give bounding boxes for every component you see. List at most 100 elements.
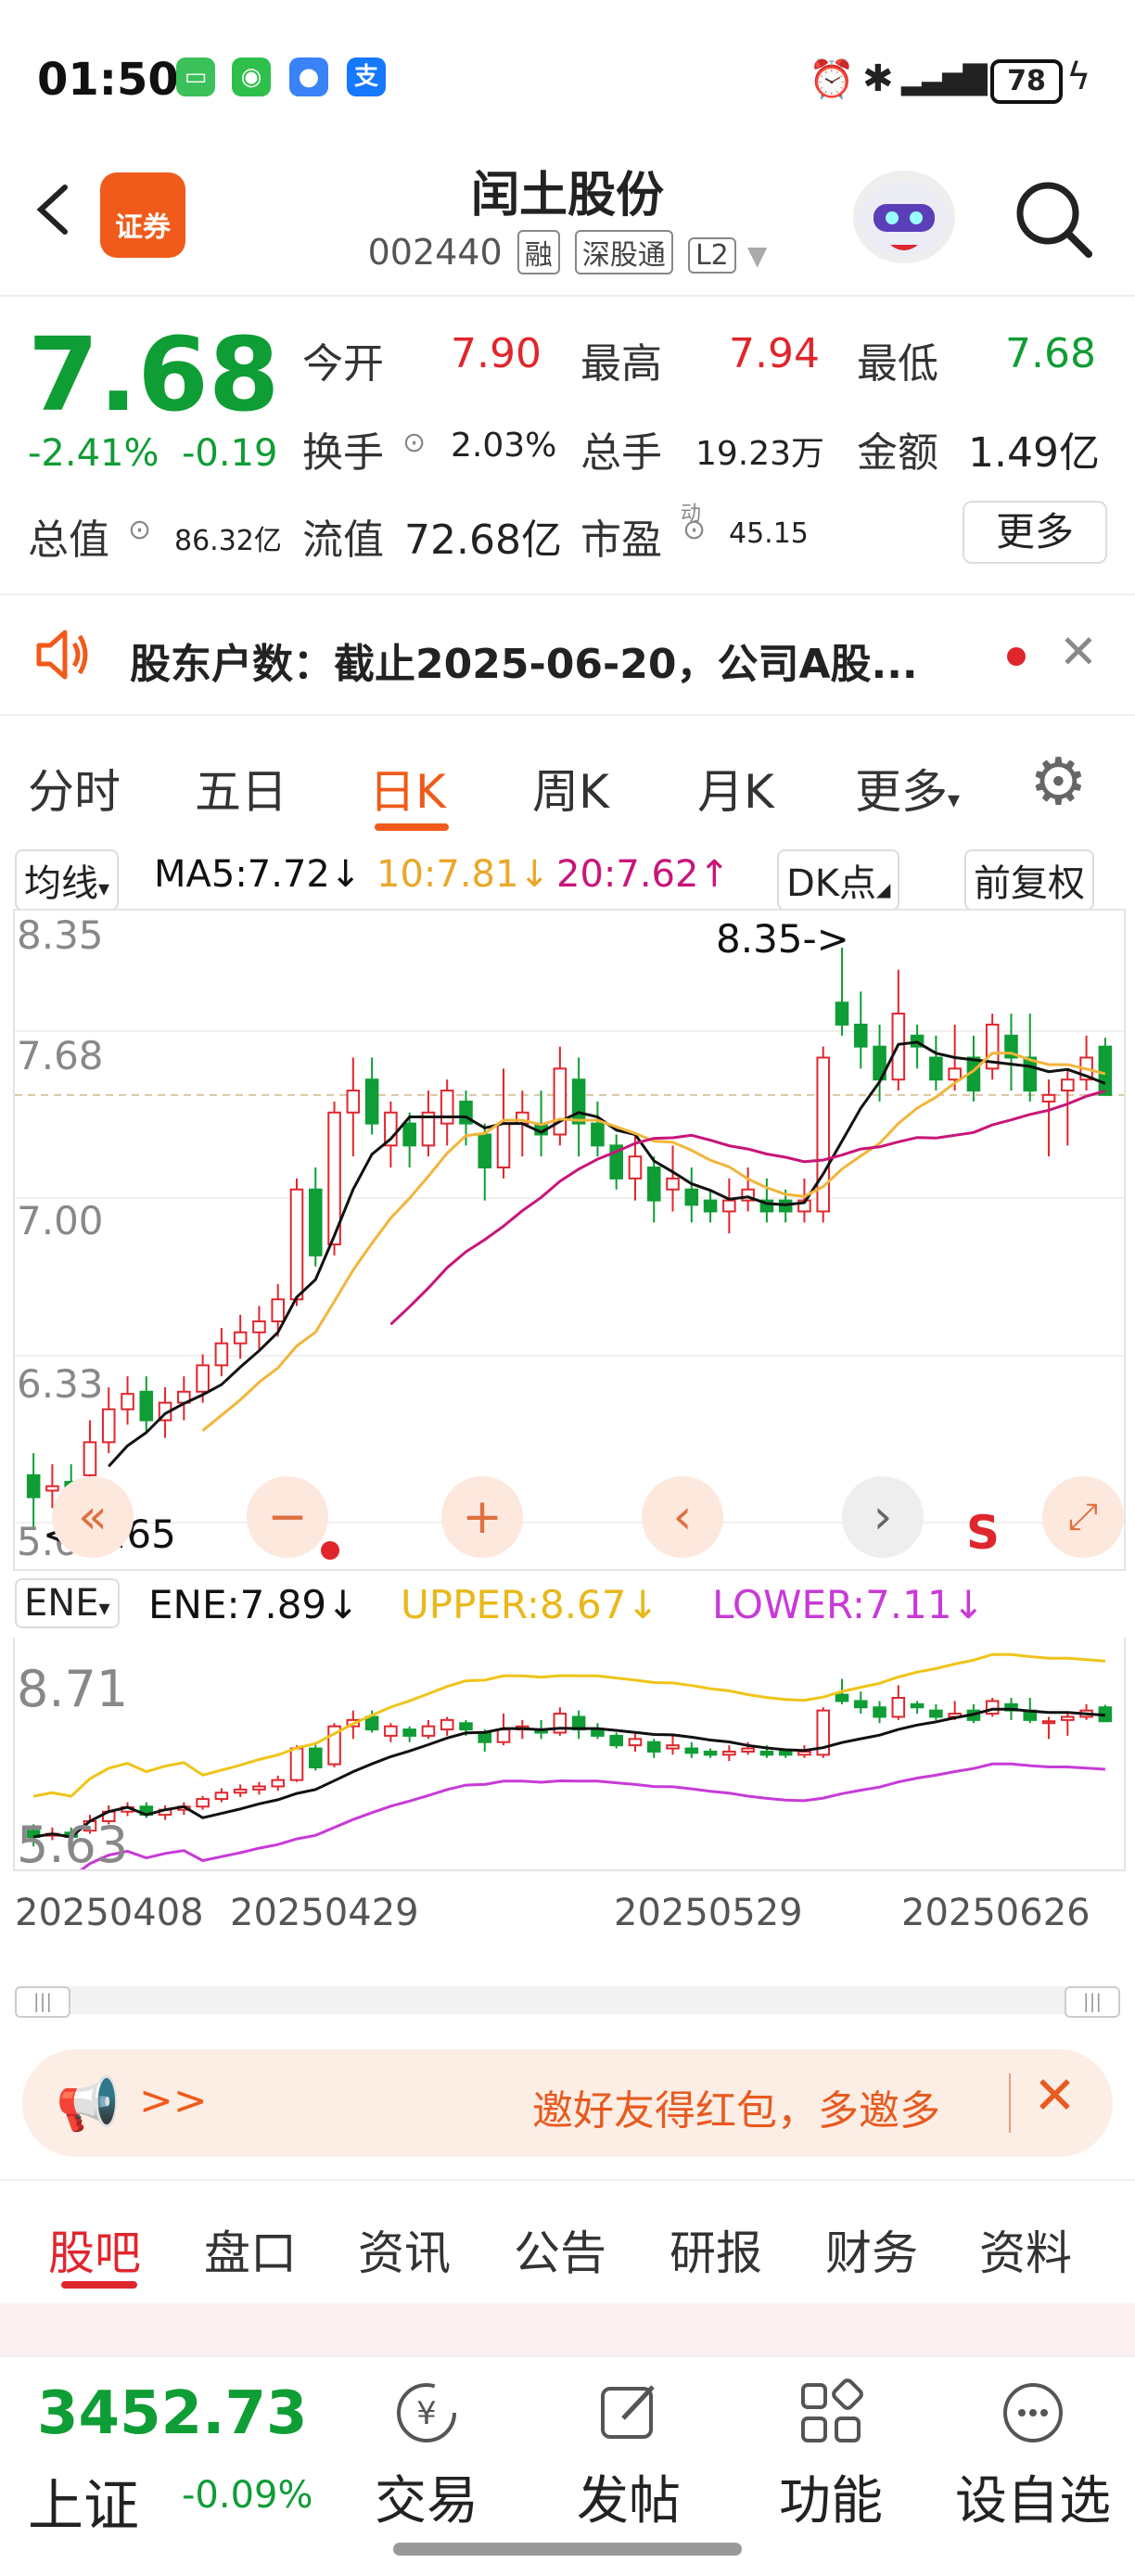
- tab-daily-k[interactable]: 日K: [369, 755, 446, 822]
- tab-forum[interactable]: 股吧: [48, 2216, 141, 2283]
- search-icon[interactable]: [1011, 176, 1094, 260]
- dropdown-icon[interactable]: ▼: [747, 240, 768, 271]
- tab-more[interactable]: 更多▾: [855, 755, 960, 822]
- scroll-handle-right[interactable]: |||: [1065, 1986, 1120, 2018]
- post-label: 发帖: [577, 2471, 681, 2531]
- index-value[interactable]: 3452.73: [37, 2379, 308, 2448]
- tab-more-label: 更多: [855, 765, 948, 819]
- candle-body: [891, 1697, 906, 1718]
- candle-body: [609, 1734, 623, 1747]
- wechat-icon: ◉: [232, 57, 271, 96]
- close-icon[interactable]: ✕: [1033, 2066, 1077, 2126]
- tab-profile[interactable]: 资料: [979, 2216, 1072, 2283]
- candle-body: [797, 1750, 811, 1756]
- candle-body: [929, 1056, 943, 1081]
- candle-body: [196, 1798, 210, 1808]
- candle-body: [364, 1078, 379, 1125]
- candle-body: [478, 1133, 492, 1169]
- candle-body: [873, 1706, 886, 1718]
- candle-body: [948, 1067, 962, 1081]
- info-icon[interactable]: ⊙: [128, 514, 151, 546]
- corner-arrow-icon: ◢: [876, 878, 891, 900]
- kline-chart[interactable]: 8.35 7.68 7.00 6.33 5.65 8.35-> <-5.65 «…: [13, 909, 1126, 1571]
- tab-monthly-k[interactable]: 月K: [697, 755, 774, 822]
- more-button[interactable]: 更多: [963, 501, 1107, 564]
- zoom-out-button[interactable]: −: [247, 1476, 328, 1558]
- candle-body: [384, 1725, 398, 1737]
- rewind-icon[interactable]: «: [52, 1476, 134, 1558]
- candle-body: [853, 1023, 868, 1048]
- bluetooth-icon: ✱: [862, 57, 894, 100]
- notice-banner[interactable]: 股东户数：截止2025-06-20，公司A股... ✕: [0, 593, 1135, 714]
- prev-button[interactable]: ‹: [642, 1476, 723, 1558]
- assistant-robot-icon[interactable]: [853, 171, 955, 263]
- megaphone-icon: 📢: [56, 2074, 121, 2135]
- tab-five-day[interactable]: 五日: [195, 755, 287, 822]
- candle-body: [1023, 1056, 1038, 1092]
- candle-body: [684, 1747, 699, 1754]
- candle-body: [778, 1750, 793, 1756]
- candle-body: [703, 1750, 718, 1756]
- candle-body: [26, 1473, 41, 1498]
- app-green-icon: ▭: [176, 57, 215, 96]
- index-name[interactable]: 上证: [28, 2461, 139, 2542]
- tab-announcements[interactable]: 公告: [514, 2216, 606, 2283]
- candle-body: [684, 1188, 699, 1206]
- candle-body: [196, 1364, 210, 1393]
- candle-body: [722, 1199, 736, 1213]
- tag-level2: L2: [687, 237, 736, 274]
- fullscreen-icon[interactable]: ⤢: [1042, 1476, 1124, 1558]
- chevron-down-icon: ▾: [948, 786, 961, 814]
- functions-button[interactable]: 功能: [738, 2376, 924, 2534]
- next-button[interactable]: ›: [842, 1476, 924, 1558]
- trade-button[interactable]: ¥ 交易: [334, 2376, 519, 2534]
- promo-divider: [1009, 2073, 1011, 2133]
- scroll-handle-left[interactable]: |||: [15, 1986, 70, 2018]
- mktcap-label: 总值: [28, 516, 109, 564]
- date-label: 20250626: [901, 1892, 1090, 1934]
- turnover-label: 换手: [302, 429, 384, 477]
- zoom-in-button[interactable]: +: [441, 1476, 523, 1558]
- post-button[interactable]: 发帖: [536, 2376, 721, 2534]
- candle-body: [666, 1744, 680, 1750]
- ene-chart[interactable]: 8.71 5.63: [13, 1638, 1126, 1874]
- adjust-button[interactable]: 前复权: [964, 849, 1094, 911]
- pe-value: 45.15: [729, 517, 809, 550]
- close-icon[interactable]: ✕: [1059, 625, 1098, 679]
- tab-research[interactable]: 研报: [670, 2216, 762, 2283]
- candle-body: [214, 1342, 229, 1367]
- tab-order-book[interactable]: 盘口: [204, 2216, 297, 2283]
- chart-scrollbar[interactable]: ||| |||: [15, 1986, 1120, 2018]
- ene-selector[interactable]: ENE▾: [15, 1578, 120, 1628]
- kline-svg: [15, 948, 1124, 1531]
- candle-body: [308, 1747, 323, 1769]
- candle-body: [1041, 1093, 1056, 1103]
- candle-body: [835, 1693, 849, 1702]
- indicator-dot: [321, 1541, 339, 1560]
- turnover-value: 2.03%: [451, 427, 557, 465]
- candle-body: [271, 1779, 286, 1788]
- tab-news[interactable]: 资讯: [358, 2216, 451, 2283]
- promo-banner[interactable]: 📢 >> 邀好友得红包，多邀多 ✕: [22, 2049, 1113, 2157]
- low-value: 7.68: [1005, 330, 1096, 377]
- info-icon[interactable]: ⊙: [402, 427, 426, 459]
- active-tab-indicator: [61, 2281, 137, 2289]
- gear-icon[interactable]: ⚙: [1029, 744, 1088, 820]
- feed-preview[interactable]: [0, 2303, 1135, 2355]
- tab-finance[interactable]: 财务: [825, 2216, 918, 2283]
- candle-body: [252, 1785, 266, 1791]
- candle-body: [628, 1155, 643, 1180]
- add-watchlist-button[interactable]: 设自选: [940, 2376, 1126, 2534]
- ma-selector[interactable]: 均线▾: [15, 849, 120, 911]
- date-label: 20250529: [614, 1892, 803, 1934]
- candle-body: [459, 1722, 473, 1731]
- candle-body: [759, 1750, 774, 1756]
- dk-point-button[interactable]: DK点◢: [777, 849, 900, 911]
- info-icon[interactable]: ⊙: [682, 514, 706, 546]
- ma20-value: 20:7.62↑: [556, 853, 730, 896]
- y-tick: 7.68: [17, 1033, 104, 1078]
- y-tick: 7.00: [17, 1198, 104, 1243]
- tab-intraday[interactable]: 分时: [28, 755, 121, 822]
- tab-weekly-k[interactable]: 周K: [532, 755, 609, 822]
- tag-margin: 融: [516, 230, 560, 274]
